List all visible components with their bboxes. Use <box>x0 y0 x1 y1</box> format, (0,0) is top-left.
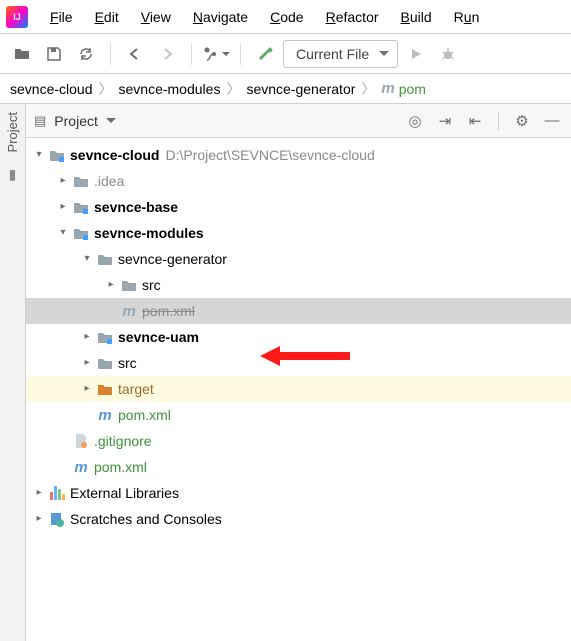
select-opened-file-button[interactable]: ◎ <box>404 112 426 130</box>
chevron-right-icon: 〉 <box>361 79 375 99</box>
breadcrumb-item[interactable]: sevnce-cloud <box>10 81 93 97</box>
menu-refactor[interactable]: Refactor <box>316 5 389 29</box>
breadcrumb-item[interactable]: sevnce-generator <box>246 81 355 97</box>
tree-node-src2[interactable]: ▸ src <box>26 350 571 376</box>
run-button[interactable] <box>402 40 430 68</box>
chevron-right-icon[interactable]: ▸ <box>32 488 46 498</box>
left-gutter: Project ▮ <box>0 104 26 641</box>
save-all-button[interactable] <box>40 40 68 68</box>
menu-file[interactable]: File <box>40 5 83 29</box>
forward-button[interactable] <box>153 40 181 68</box>
maven-icon: m <box>120 304 138 319</box>
tree-node-gitignore[interactable]: ▸ .gitignore <box>26 428 571 454</box>
maven-icon: m <box>72 460 90 475</box>
tree-node-uam[interactable]: ▸ sevnce-uam <box>26 324 571 350</box>
vcs-button[interactable] <box>202 40 230 68</box>
project-tree[interactable]: ▾ sevnce-cloud D:\Project\SEVNCE\sevnce-… <box>26 138 571 536</box>
chevron-right-icon: 〉 <box>226 79 240 99</box>
menu-edit[interactable]: Edit <box>85 5 129 29</box>
hide-button[interactable]: — <box>541 112 563 129</box>
tree-node-pom-ignored[interactable]: ▸ m pom.xml <box>26 298 571 324</box>
module-icon <box>96 330 114 344</box>
gear-icon[interactable]: ⚙ <box>511 112 533 130</box>
tree-node-generator[interactable]: ▾ sevnce-generator <box>26 246 571 272</box>
chevron-down-icon[interactable] <box>106 118 116 123</box>
chevron-right-icon: 〉 <box>99 79 113 99</box>
menu-code[interactable]: Code <box>260 5 313 29</box>
tree-node-base[interactable]: ▸ sevnce-base <box>26 194 571 220</box>
folder-icon <box>96 252 114 266</box>
project-panel: ▤ Project ◎ ⇥ ⇤ ⚙ — ▾ sevnce-cloud D:\Pr… <box>26 104 571 641</box>
chevron-down-icon[interactable]: ▾ <box>56 228 70 238</box>
chevron-down-icon[interactable]: ▾ <box>80 254 94 264</box>
menu-view[interactable]: View <box>131 5 181 29</box>
build-button[interactable] <box>251 40 279 68</box>
folder-icon <box>96 382 114 396</box>
debug-button[interactable] <box>434 40 462 68</box>
module-icon <box>48 148 66 162</box>
collapse-all-button[interactable]: ⇤ <box>464 112 486 130</box>
breadcrumb-item[interactable]: sevnce-modules <box>119 81 221 97</box>
run-config-combo[interactable]: Current File <box>283 40 398 68</box>
app-icon: IJ <box>6 6 28 28</box>
maven-icon: m <box>96 408 114 423</box>
tree-node-src[interactable]: ▸ src <box>26 272 571 298</box>
menu-navigate[interactable]: Navigate <box>183 5 258 29</box>
folder-icon <box>96 356 114 370</box>
libraries-icon <box>48 486 66 500</box>
menu-bar: IJ File Edit View Navigate Code Refactor… <box>0 0 571 34</box>
back-button[interactable] <box>121 40 149 68</box>
file-icon <box>72 433 90 449</box>
sync-button[interactable] <box>72 40 100 68</box>
tree-node-target[interactable]: ▸ target <box>26 376 571 402</box>
chevron-right-icon[interactable]: ▸ <box>104 280 118 290</box>
maven-icon: m <box>381 80 394 97</box>
run-config-label: Current File <box>296 46 369 62</box>
open-button[interactable] <box>8 40 36 68</box>
tree-root[interactable]: ▾ sevnce-cloud D:\Project\SEVNCE\sevnce-… <box>26 142 571 168</box>
project-tool-tab[interactable]: Project <box>5 112 20 152</box>
chevron-right-icon[interactable]: ▸ <box>56 202 70 212</box>
module-icon <box>72 200 90 214</box>
tree-node-pom3[interactable]: ▸ m pom.xml <box>26 454 571 480</box>
tree-node-external-libraries[interactable]: ▸ External Libraries <box>26 480 571 506</box>
scratches-icon <box>48 511 66 527</box>
chevron-right-icon[interactable]: ▸ <box>80 384 94 394</box>
chevron-right-icon[interactable]: ▸ <box>32 514 46 524</box>
project-view-icon: ▤ <box>34 113 46 129</box>
main-toolbar: Current File <box>0 34 571 74</box>
expand-all-button[interactable]: ⇥ <box>434 112 456 130</box>
tree-node-scratches[interactable]: ▸ Scratches and Consoles <box>26 506 571 532</box>
breadcrumb: sevnce-cloud 〉 sevnce-modules 〉 sevnce-g… <box>0 74 571 104</box>
chevron-right-icon[interactable]: ▸ <box>56 176 70 186</box>
chevron-down-icon[interactable]: ▾ <box>32 150 46 160</box>
tree-node-pom2[interactable]: ▸ m pom.xml <box>26 402 571 428</box>
tree-node-modules[interactable]: ▾ sevnce-modules <box>26 220 571 246</box>
module-icon <box>72 226 90 240</box>
chevron-right-icon[interactable]: ▸ <box>80 332 94 342</box>
project-panel-title: Project <box>54 113 98 129</box>
menu-run[interactable]: Run <box>444 5 490 29</box>
folder-icon <box>72 174 90 188</box>
folder-icon <box>120 278 138 292</box>
menu-build[interactable]: Build <box>391 5 442 29</box>
breadcrumb-file[interactable]: m pom <box>381 80 426 97</box>
bookmarks-tool-tab[interactable]: ▮ <box>9 166 17 183</box>
chevron-down-icon <box>379 51 389 56</box>
tree-node-idea[interactable]: ▸ .idea <box>26 168 571 194</box>
chevron-right-icon[interactable]: ▸ <box>80 358 94 368</box>
project-panel-header: ▤ Project ◎ ⇥ ⇤ ⚙ — <box>26 104 571 138</box>
